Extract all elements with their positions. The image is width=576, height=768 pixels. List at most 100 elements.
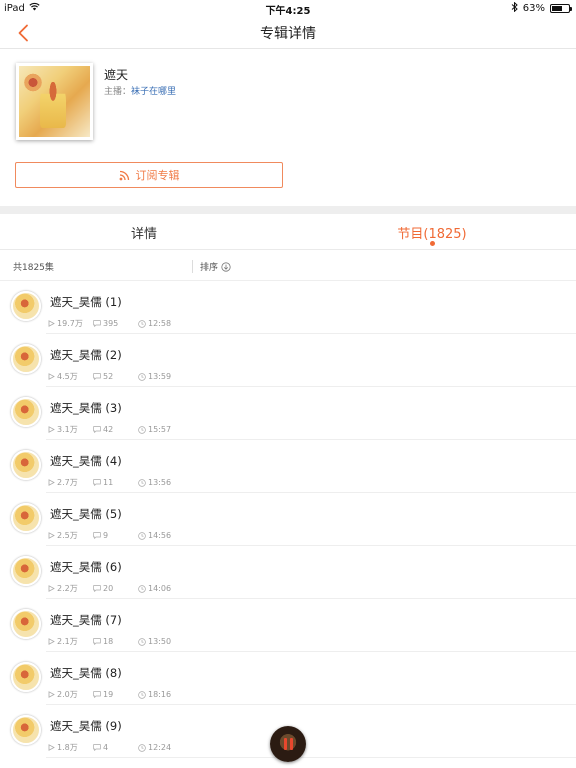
- host-row: 主播：袜子在哪里: [104, 84, 176, 97]
- episode-row[interactable]: 遮天_昊儒 (1) 19.7万 395 12:58: [11, 281, 576, 334]
- episode-title: 遮天_昊儒 (7): [50, 613, 122, 627]
- comment-count: 11: [93, 478, 138, 487]
- active-tab-indicator: [430, 241, 435, 246]
- play-count-icon: [48, 638, 55, 645]
- episode-row[interactable]: 遮天_昊儒 (3) 3.1万 42 15:57: [11, 387, 576, 440]
- comment-icon: [93, 585, 101, 592]
- play-count: 2.1万: [48, 636, 93, 647]
- episode-title: 遮天_昊儒 (1): [50, 295, 122, 309]
- battery-level: [552, 6, 563, 11]
- play-count-value: 4.5万: [57, 372, 78, 381]
- tab-detail[interactable]: 详情: [0, 223, 288, 242]
- duration-icon: [138, 690, 146, 699]
- play-count-value: 2.1万: [57, 637, 78, 646]
- status-time: 下午4:25: [265, 6, 311, 17]
- comment-icon: [93, 532, 101, 539]
- duration-value: 13:56: [148, 478, 172, 487]
- comment-icon: [93, 691, 101, 698]
- play-count-value: 19.7万: [57, 319, 83, 328]
- play-count-value: 2.7万: [57, 478, 78, 487]
- comment-icon: [93, 479, 101, 486]
- duration: 13:56: [138, 478, 171, 487]
- duration-icon: [138, 531, 146, 540]
- episode-title: 遮天_昊儒 (5): [50, 507, 122, 521]
- episode-meta: 2.1万 18 13:50: [48, 636, 171, 647]
- sort-icon: [221, 261, 231, 272]
- episode-meta: 3.1万 42 15:57: [48, 424, 171, 435]
- duration-value: 13:50: [148, 637, 172, 646]
- album-cover: [16, 63, 93, 140]
- episode-thumbnail: [11, 344, 41, 374]
- duration-icon: [138, 637, 146, 646]
- play-count: 2.7万: [48, 477, 93, 488]
- sort-label: 排序: [200, 263, 219, 273]
- episode-meta: 2.0万 19 18:16: [48, 689, 171, 700]
- duration-icon: [138, 478, 146, 487]
- play-count: 4.5万: [48, 371, 93, 382]
- episode-meta: 19.7万 395 12:58: [48, 318, 171, 329]
- episode-row[interactable]: 遮天_昊儒 (6) 2.2万 20 14:06: [11, 546, 576, 599]
- episode-thumbnail: [11, 715, 41, 745]
- duration-icon: [138, 319, 146, 328]
- play-count-icon: [48, 585, 55, 592]
- duration-icon: [138, 584, 146, 593]
- comment-count-value: 20: [103, 584, 114, 593]
- episode-row[interactable]: 遮天_昊儒 (2) 4.5万 52 13:59: [11, 334, 576, 387]
- episode-row[interactable]: 遮天_昊儒 (4) 2.7万 11 13:56: [11, 440, 576, 493]
- episode-meta: 1.8万 4 12:24: [48, 742, 171, 753]
- album-header: 遮天 主播：袜子在哪里 订阅专辑: [0, 49, 576, 206]
- episode-row[interactable]: 遮天_昊儒 (5) 2.5万 9 14:56: [11, 493, 576, 546]
- episode-row[interactable]: 遮天_昊儒 (7) 2.1万 18 13:50: [11, 599, 576, 652]
- duration: 13:50: [138, 637, 171, 646]
- duration-value: 15:57: [148, 425, 172, 434]
- duration-value: 13:59: [148, 372, 172, 381]
- comment-icon: [93, 320, 101, 327]
- rss-icon: [119, 170, 129, 181]
- bluetooth-icon: [511, 1, 518, 15]
- play-count-value: 1.8万: [57, 743, 78, 752]
- comment-count-value: 18: [103, 637, 114, 646]
- battery-percent: 63%: [522, 3, 545, 14]
- tab-programs[interactable]: 节目(1825): [288, 223, 576, 242]
- play-count-value: 3.1万: [57, 425, 78, 434]
- episode-row[interactable]: 遮天_昊儒 (8) 2.0万 19 18:16: [11, 652, 576, 705]
- episode-title: 遮天_昊儒 (9): [50, 719, 122, 733]
- duration: 18:16: [138, 690, 171, 699]
- mini-player-button[interactable]: [270, 726, 306, 762]
- play-count-icon: [48, 532, 55, 539]
- play-count-value: 2.2万: [57, 584, 78, 593]
- host-link[interactable]: 袜子在哪里: [131, 87, 176, 97]
- comment-count-value: 4: [103, 743, 109, 752]
- play-count: 2.5万: [48, 530, 93, 541]
- tab-bar: 详情 节目(1825): [0, 214, 576, 250]
- episode-thumbnail: [11, 397, 41, 427]
- comment-count: 42: [93, 425, 138, 434]
- play-count-icon: [48, 426, 55, 433]
- duration-value: 14:56: [148, 531, 172, 540]
- duration: 15:57: [138, 425, 171, 434]
- episode-meta: 2.2万 20 14:06: [48, 583, 171, 594]
- comment-count-value: 19: [103, 690, 114, 699]
- comment-icon: [93, 426, 101, 433]
- comment-icon: [93, 744, 101, 751]
- comment-count-value: 52: [103, 372, 114, 381]
- duration: 12:58: [138, 319, 171, 328]
- comment-count-value: 9: [103, 531, 109, 540]
- comment-count: 19: [93, 690, 138, 699]
- episode-title: 遮天_昊儒 (8): [50, 666, 122, 680]
- duration: 13:59: [138, 372, 171, 381]
- cover-art-figure: [40, 81, 66, 129]
- subscribe-button[interactable]: 订阅专辑: [15, 162, 283, 188]
- episode-row[interactable]: 遮天_昊儒 (9) 1.8万 4 12:24: [11, 705, 576, 758]
- episode-title: 遮天_昊儒 (2): [50, 348, 122, 362]
- cover-art-decoration: [23, 71, 44, 93]
- duration: 12:24: [138, 743, 171, 752]
- sort-button[interactable]: 排序: [200, 260, 231, 273]
- episode-title: 遮天_昊儒 (6): [50, 560, 122, 574]
- episode-thumbnail: [11, 556, 41, 586]
- list-header: 共1825集 排序: [0, 251, 576, 281]
- episode-title: 遮天_昊儒 (4): [50, 454, 122, 468]
- comment-count-value: 11: [103, 478, 114, 487]
- comment-count: 52: [93, 372, 138, 381]
- host-label: 主播：: [104, 87, 132, 97]
